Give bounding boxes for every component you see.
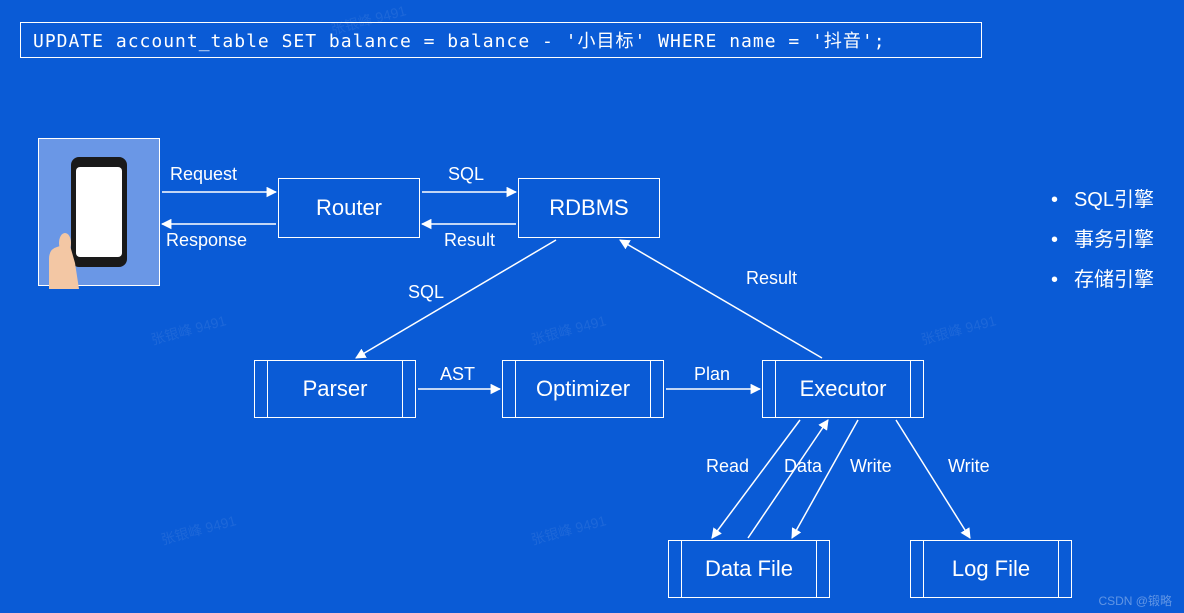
rdbms-box: RDBMS bbox=[518, 178, 660, 238]
legend-item-sql: SQL引擎 bbox=[1051, 180, 1154, 220]
edge-plan: Plan bbox=[694, 364, 730, 385]
legend-item-tx: 事务引擎 bbox=[1051, 220, 1154, 260]
watermark: 张银峰 9491 bbox=[149, 310, 229, 349]
watermark: 张银峰 9491 bbox=[919, 310, 999, 349]
edge-data: Data bbox=[784, 456, 822, 477]
datafile-box: Data File bbox=[668, 540, 830, 598]
hand-icon bbox=[29, 219, 99, 289]
router-box: Router bbox=[278, 178, 420, 238]
credit-text: CSDN @锻略 bbox=[1098, 592, 1172, 609]
parser-box: Parser bbox=[254, 360, 416, 418]
logfile-box: Log File bbox=[910, 540, 1072, 598]
logfile-label: Log File bbox=[952, 556, 1030, 582]
optimizer-box: Optimizer bbox=[502, 360, 664, 418]
legend-item-storage: 存储引擎 bbox=[1051, 260, 1154, 300]
optimizer-label: Optimizer bbox=[536, 376, 630, 402]
edge-write-2: Write bbox=[948, 456, 990, 477]
watermark: 张银峰 9491 bbox=[529, 310, 609, 349]
edge-read: Read bbox=[706, 456, 749, 477]
edge-ast: AST bbox=[440, 364, 475, 385]
edge-result-1: Result bbox=[444, 230, 495, 251]
watermark: 张银峰 9491 bbox=[159, 510, 239, 549]
router-label: Router bbox=[316, 195, 382, 221]
executor-label: Executor bbox=[800, 376, 887, 402]
watermark: 张银峰 9491 bbox=[529, 510, 609, 549]
executor-box: Executor bbox=[762, 360, 924, 418]
client-device bbox=[38, 138, 160, 286]
parser-label: Parser bbox=[303, 376, 368, 402]
datafile-label: Data File bbox=[705, 556, 793, 582]
legend-list: SQL引擎 事务引擎 存储引擎 bbox=[1051, 180, 1154, 300]
rdbms-label: RDBMS bbox=[549, 195, 628, 221]
edge-sql-1: SQL bbox=[448, 164, 484, 185]
edge-result-2: Result bbox=[746, 268, 797, 289]
edge-response: Response bbox=[166, 230, 247, 251]
sql-text: UPDATE account_table SET balance = balan… bbox=[33, 27, 886, 53]
sql-statement-bar: UPDATE account_table SET balance = balan… bbox=[20, 22, 982, 58]
edge-write-1: Write bbox=[850, 456, 892, 477]
edge-sql-2: SQL bbox=[408, 282, 444, 303]
arrows-layer bbox=[0, 0, 1184, 613]
edge-request: Request bbox=[170, 164, 237, 185]
